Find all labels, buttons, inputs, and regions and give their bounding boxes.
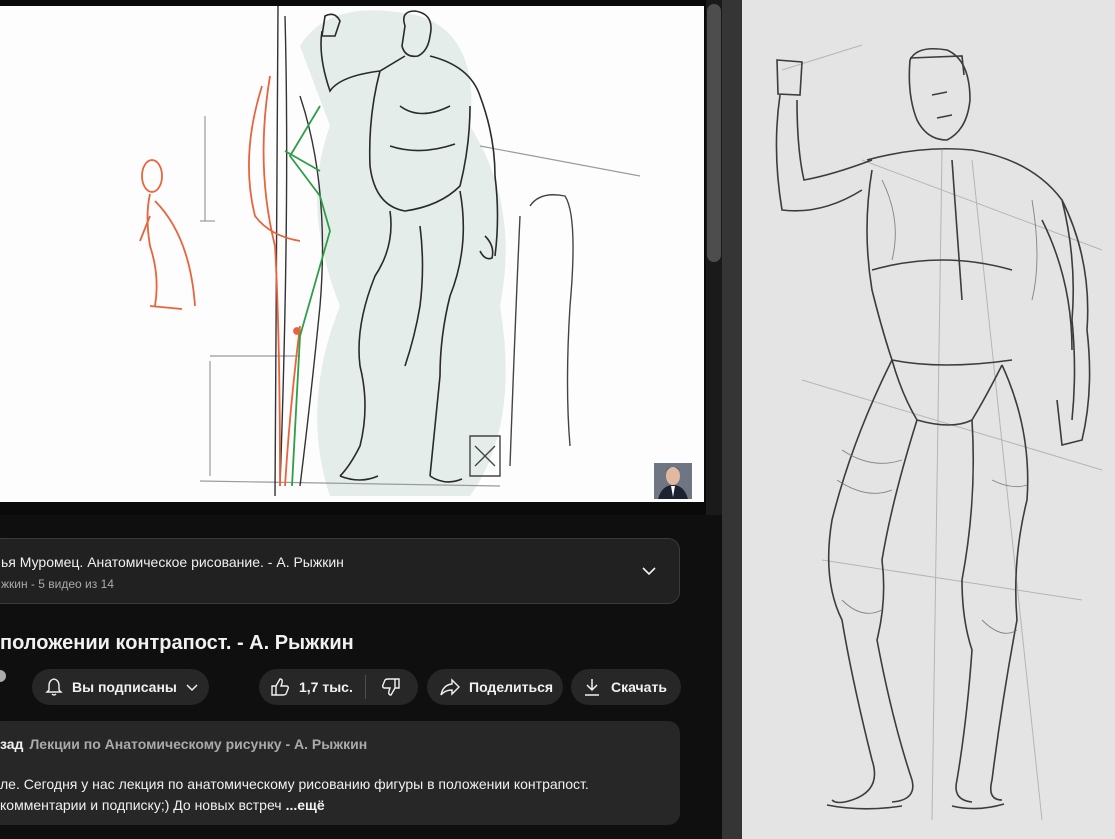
video-player[interactable] [0,0,706,515]
like-dislike-group: 1,7 тыс. [259,669,418,705]
description-panel[interactable]: зад Лекции по Анатомическому рисунку - А.… [0,721,680,825]
playlist-meta: жкин - 5 видео из 14 [1,577,114,591]
video-title: положении контрапост. - А. Рыжкин [0,632,354,654]
chevron-down-icon [186,684,198,692]
share-arrow-icon [440,678,460,696]
thumbs-down-icon [381,678,400,696]
thumbs-up-icon [271,678,290,696]
verified-check-icon [0,670,6,682]
chevron-down-icon[interactable] [639,561,659,581]
description-tag-back[interactable]: зад [0,736,23,752]
playlist-panel[interactable]: ья Муромец. Анатомическое рисование. - А… [0,538,680,604]
like-button[interactable]: 1,7 тыс. [259,676,365,698]
channel-watermark-avatar[interactable] [653,462,693,500]
download-button[interactable]: Скачать [571,669,681,705]
description-more-link[interactable]: ...ещё [286,797,325,813]
share-button[interactable]: Поделиться [427,669,563,705]
share-label: Поделиться [469,679,554,695]
download-icon [585,679,599,696]
video-frame-sketch [0,6,704,502]
download-label: Скачать [611,679,667,695]
description-line-2-text: комментарии и подписку;) До новых встреч [0,797,282,813]
window-divider[interactable] [722,0,742,839]
video-player-pane: ья Муромец. Анатомическое рисование. - А… [0,0,722,839]
subscribed-button[interactable]: Вы подписаны [32,669,209,705]
page-scrollbar-thumb[interactable] [707,4,721,262]
dislike-button[interactable] [366,676,416,698]
like-count: 1,7 тыс. [299,679,353,695]
bell-icon [45,678,63,696]
description-tag-playlist[interactable]: Лекции по Анатомическому рисунку - А. Ры… [29,736,367,752]
description-tags: зад Лекции по Анатомическому рисунку - А.… [0,736,367,752]
description-line-2: комментарии и подписку;) До новых встреч… [0,797,325,813]
drawing-canvas[interactable] [742,0,1115,839]
subscribed-label: Вы подписаны [72,679,177,695]
description-line-1: ле. Сегодня у нас лекция по анатомическо… [0,776,589,792]
playlist-title[interactable]: ья Муромец. Анатомическое рисование. - А… [1,554,344,570]
